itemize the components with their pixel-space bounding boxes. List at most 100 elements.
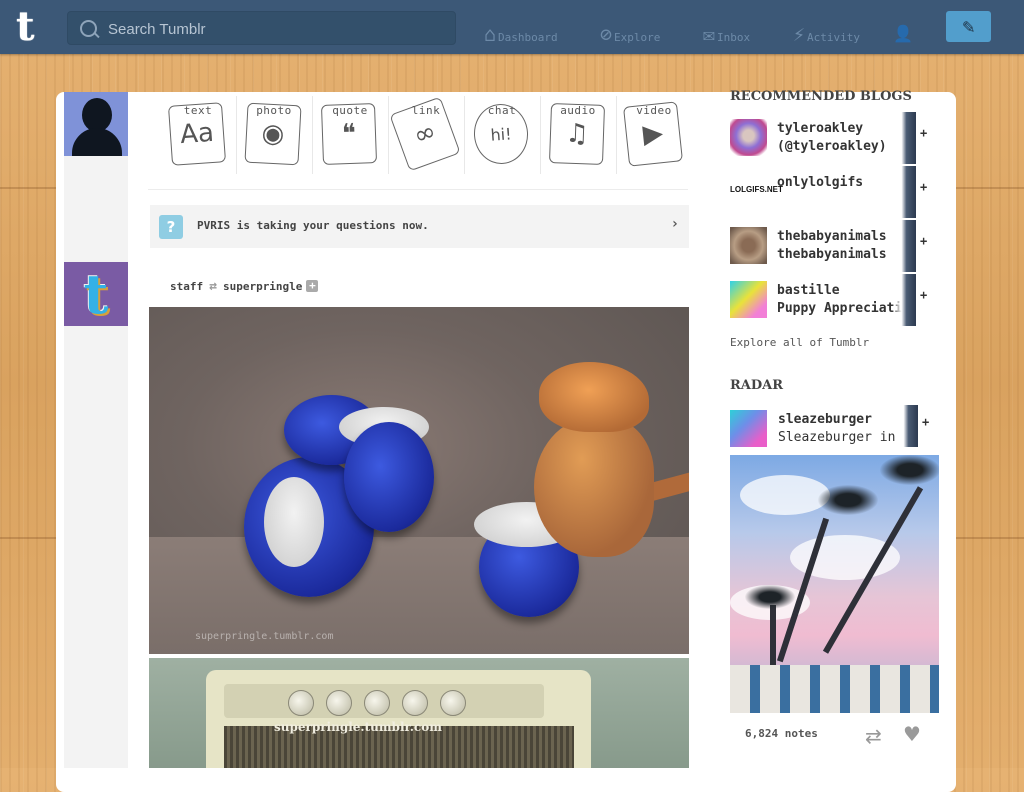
- question-icon: ?: [159, 215, 183, 239]
- amp-knob: [326, 690, 352, 716]
- recommended-blog[interactable]: tyleroakley (@tyleroakley) +: [730, 112, 940, 164]
- chevron-right-icon: ›: [670, 216, 679, 232]
- palm-top: [745, 585, 795, 609]
- nav-label: Inbox: [717, 31, 751, 44]
- blog-name: onlylolgifs: [777, 175, 864, 190]
- post-type-text[interactable]: Aa text: [160, 96, 237, 174]
- lizard-head: [539, 362, 649, 432]
- nav-inbox[interactable]: ✉ Inbox: [703, 14, 750, 44]
- radar-blog[interactable]: sleazeburger Sleazeburger in Paradise +: [730, 405, 940, 453]
- blog-fade: [892, 112, 916, 164]
- photo-watermark: superpringle.tumblr.com: [195, 631, 334, 642]
- blog-fade: [892, 166, 916, 218]
- silhouette-head: [82, 98, 112, 132]
- amp-knob: [440, 690, 466, 716]
- amp-knob: [402, 690, 428, 716]
- recommended-blog[interactable]: thebabyanimals thebabyanimals +: [730, 220, 940, 272]
- nav-account[interactable]: 👤: [893, 14, 915, 44]
- account-icon: 👤: [893, 24, 913, 43]
- palm-top: [818, 485, 878, 515]
- nav-dashboard[interactable]: ⌂ Dashboard: [484, 14, 558, 44]
- like-button[interactable]: ♥: [903, 722, 921, 746]
- post-type-audio[interactable]: ♫ audio: [540, 96, 617, 174]
- post-author[interactable]: staff: [170, 280, 203, 293]
- reblog-icon: ⇄: [865, 724, 882, 748]
- tumblr-logo[interactable]: t: [16, 7, 50, 47]
- reblog-icon: ⇄: [209, 278, 217, 294]
- post-type-label: chat: [487, 104, 517, 117]
- pencil-icon: ✎: [962, 14, 975, 38]
- nav-label: Activity: [807, 31, 861, 44]
- follow-button[interactable]: +: [920, 126, 927, 140]
- staff-avatar[interactable]: t: [64, 262, 128, 326]
- blog-fade: [894, 405, 918, 447]
- post-type-photo[interactable]: ◉ photo: [236, 96, 313, 174]
- recommended-blogs-title: RECOMMENDED BLOGS: [730, 89, 912, 104]
- blog-avatar: [730, 227, 767, 264]
- blog-name: sleazeburger: [778, 412, 872, 427]
- amp-knob: [288, 690, 314, 716]
- explore-all-link[interactable]: Explore all of Tumblr: [730, 336, 869, 349]
- top-bar: t ⌂ Dashboard ⊘ Explore ✉ Inbox ⚡ Activi…: [0, 0, 1024, 54]
- heart-icon: ♥: [903, 722, 921, 746]
- palm-top: [880, 455, 939, 485]
- avatar-column: [64, 92, 128, 768]
- radar-photo-palms[interactable]: [730, 455, 939, 713]
- blog-name: tyleroakley: [777, 121, 864, 136]
- post-header: staff ⇄ superpringle +: [170, 278, 319, 294]
- follow-button[interactable]: +: [920, 288, 927, 302]
- reblog-button[interactable]: ⇄: [865, 724, 882, 748]
- amp-knob: [364, 690, 390, 716]
- blog-fade: [892, 220, 916, 272]
- notes-count[interactable]: 6,824 notes: [745, 727, 818, 740]
- blog-avatar: [730, 281, 767, 318]
- post-type-video[interactable]: ▶ video: [616, 96, 692, 174]
- blog-avatar: LOLGIFS.NET: [730, 173, 783, 210]
- post-type-label: link: [411, 104, 441, 117]
- follow-plus-icon[interactable]: +: [306, 280, 319, 292]
- nav-explore[interactable]: ⊘ Explore: [600, 14, 660, 44]
- bass-drum-head: [264, 477, 324, 567]
- divider: [148, 189, 688, 190]
- post-type-chat[interactable]: hi! chat: [464, 96, 541, 174]
- compose-button[interactable]: ✎: [946, 11, 991, 42]
- user-avatar[interactable]: [64, 92, 128, 156]
- search-input[interactable]: [106, 12, 450, 46]
- radar-title: RADAR: [730, 378, 784, 393]
- follow-button[interactable]: +: [920, 234, 927, 248]
- compass-icon: ⊘: [600, 22, 613, 46]
- blog-fade: [892, 274, 916, 326]
- post-type-quote[interactable]: ❝ quote: [312, 96, 389, 174]
- post-photo-amp[interactable]: superpringle.tumblr.com: [149, 658, 689, 768]
- search-icon: [80, 20, 97, 37]
- recommended-blog[interactable]: LOLGIFS.NET onlylolgifs +: [730, 166, 940, 218]
- amplifier: [206, 670, 591, 768]
- blog-name: bastille: [777, 283, 840, 298]
- cloud: [740, 475, 830, 515]
- search-box[interactable]: [67, 11, 456, 46]
- post-type-label: video: [636, 104, 672, 117]
- follow-button[interactable]: +: [920, 180, 927, 194]
- follow-button[interactable]: +: [922, 415, 929, 429]
- envelope-icon: ✉: [703, 22, 716, 46]
- blog-avatar: [730, 410, 767, 447]
- blog-name: thebabyanimals: [777, 229, 887, 244]
- post-type-label: text: [183, 104, 213, 117]
- post-type-bar: Aa text ◉ photo ❝ quote ∞ link hi! chat …: [160, 96, 690, 176]
- silhouette-body: [72, 128, 122, 156]
- tumblr-t-icon: t: [83, 262, 109, 326]
- reblogged-from[interactable]: superpringle: [223, 280, 302, 293]
- recommended-blog[interactable]: bastille Puppy Appreciation +: [730, 274, 940, 326]
- home-icon: ⌂: [484, 22, 497, 46]
- post-type-link[interactable]: ∞ link: [388, 96, 465, 174]
- nav-activity[interactable]: ⚡ Activity: [793, 14, 860, 44]
- hotel-building: [730, 665, 939, 713]
- lightning-icon: ⚡: [793, 22, 806, 46]
- notice-text: PVRIS is taking your questions now.: [197, 219, 429, 232]
- post-type-label: photo: [256, 104, 292, 117]
- post-type-label: quote: [332, 104, 368, 117]
- ask-notice[interactable]: ? PVRIS is taking your questions now. ›: [150, 205, 689, 248]
- floor-tom: [344, 422, 434, 532]
- blog-avatar: [730, 119, 767, 156]
- post-photo-lizard-drummer[interactable]: superpringle.tumblr.com: [149, 307, 689, 654]
